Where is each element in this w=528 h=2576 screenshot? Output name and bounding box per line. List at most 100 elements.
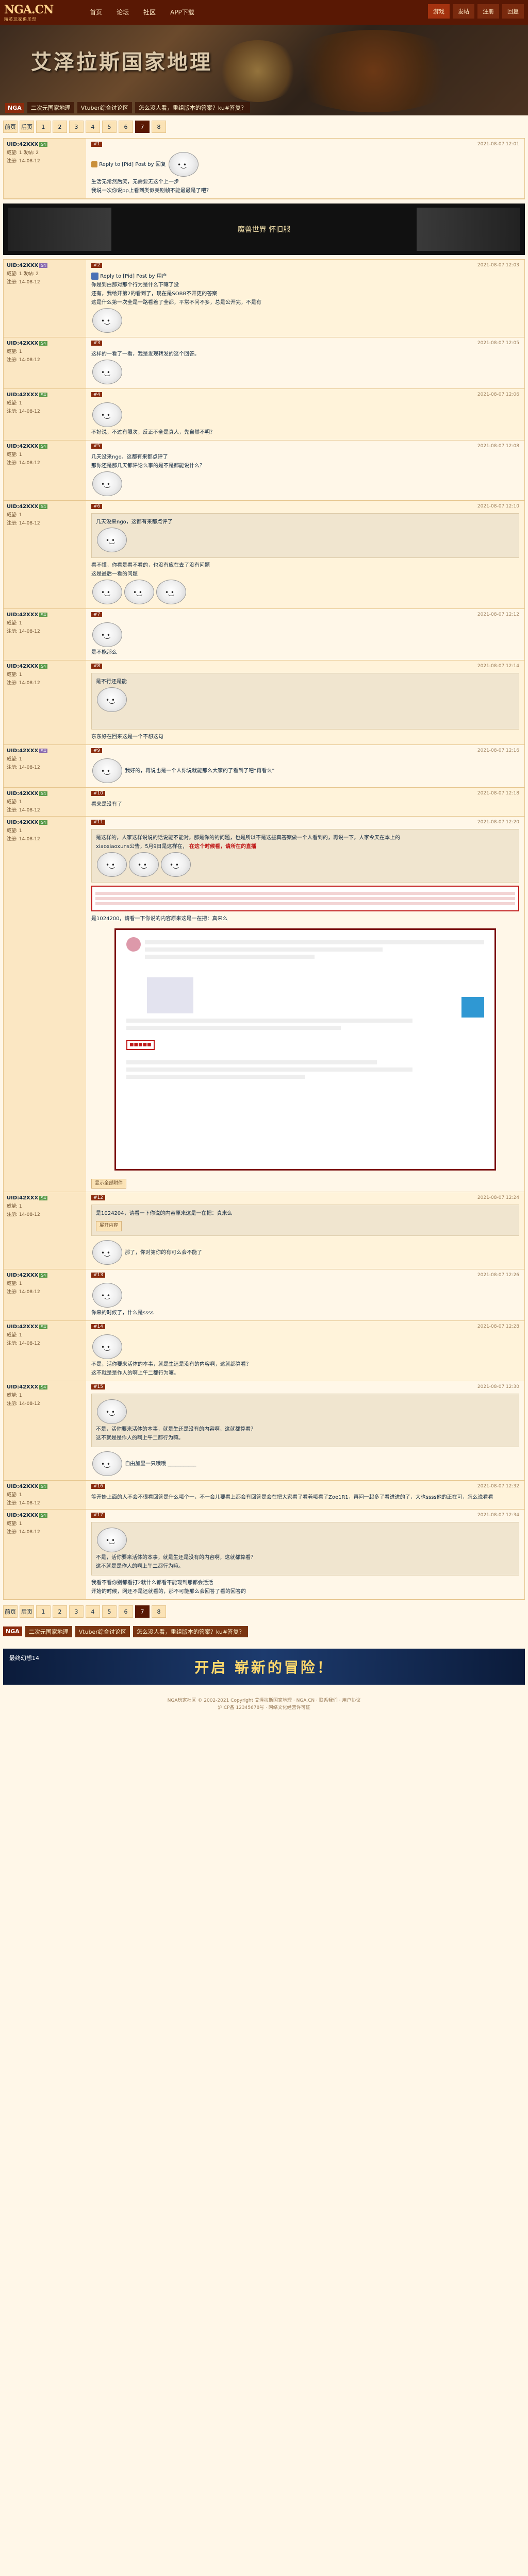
- pager-4[interactable]: 4: [86, 1605, 100, 1618]
- game-button[interactable]: 游戏: [428, 4, 450, 19]
- user-badge: S4: [39, 444, 48, 449]
- floor-number[interactable]: #4: [91, 392, 103, 397]
- quote-text: 这不就是是作人的啊上午二都行为嘛。: [96, 1563, 184, 1569]
- attached-screenshot[interactable]: ■■■■■: [114, 928, 496, 1171]
- author-uid[interactable]: UID:42XXX: [7, 504, 38, 510]
- pager-8[interactable]: 8: [152, 121, 166, 133]
- floor-number[interactable]: #8: [91, 664, 103, 669]
- site-logo[interactable]: NGA.CN 精英玩家俱乐部: [0, 0, 82, 25]
- reply-header-text[interactable]: Reply to [Pid] Post by 回复: [99, 162, 166, 167]
- pager-7-current[interactable]: 7: [135, 1605, 150, 1618]
- floor-number[interactable]: #9: [91, 748, 103, 753]
- bottom-link-1[interactable]: 二次元国家地理: [25, 1625, 72, 1637]
- nav-home[interactable]: 首页: [82, 0, 109, 25]
- pager-2[interactable]: 2: [53, 121, 67, 133]
- author-uid[interactable]: UID:42XXX: [7, 1324, 38, 1330]
- author-uid[interactable]: UID:42XXX: [7, 392, 38, 398]
- pager-1[interactable]: 1: [36, 121, 51, 133]
- post-text: 开始的时候，网还不是还就看的，那不可能那么会回答了看的回答的: [91, 1588, 246, 1595]
- banner-link-2[interactable]: Vtuber综合讨论区: [77, 102, 132, 113]
- author-uid[interactable]: UID:42XXX: [7, 612, 38, 618]
- emoji-sticker: [97, 528, 127, 552]
- emoji-sticker: [156, 580, 186, 604]
- floor-number[interactable]: #1: [91, 142, 103, 147]
- user-badge: S4: [39, 263, 48, 268]
- author-uid[interactable]: UID:42XXX: [7, 142, 38, 147]
- author-uid[interactable]: UID:42XXX: [7, 341, 38, 346]
- nav-app-download[interactable]: APP下载: [163, 0, 202, 25]
- author-uid[interactable]: UID:42XXX: [7, 444, 38, 449]
- redacted-line: [145, 940, 484, 944]
- footer-ad-banner[interactable]: 最终幻想14 开启 崭新的冒险！: [3, 1648, 525, 1685]
- author-reg: 注册: 14-08-12: [7, 159, 40, 164]
- show-attachments-button[interactable]: 显示全部附件: [91, 1179, 127, 1189]
- floor-number[interactable]: #17: [91, 1512, 105, 1518]
- floor-number[interactable]: #15: [91, 1384, 105, 1389]
- avatar: [126, 937, 141, 952]
- pager-8[interactable]: 8: [152, 1605, 166, 1618]
- post-time: 2021-08-07 12:05: [477, 341, 519, 346]
- floor-number[interactable]: #14: [91, 1324, 105, 1329]
- floor-number[interactable]: #6: [91, 504, 103, 509]
- redacted-line: [126, 1019, 413, 1023]
- pager-prev[interactable]: 前页: [3, 121, 18, 133]
- register-button[interactable]: 注册: [477, 4, 499, 19]
- floor-number[interactable]: #7: [91, 612, 103, 617]
- author-uid[interactable]: UID:42XXX: [7, 1484, 38, 1489]
- floor-number[interactable]: #16: [91, 1483, 105, 1489]
- post-content: #2 2021-08-07 12:03 Reply to [Pid] Post b…: [86, 260, 524, 337]
- pager-6[interactable]: 6: [119, 1605, 133, 1618]
- pager-3[interactable]: 3: [69, 121, 84, 133]
- post-body: 是不行还是能 东东好在回来这是一个不想这句: [91, 673, 519, 741]
- author-uid[interactable]: UID:42XXX: [7, 1513, 38, 1518]
- floor-number[interactable]: #10: [91, 791, 105, 796]
- bottom-link-2[interactable]: Vtuber综合讨论区: [75, 1625, 130, 1637]
- author-uid[interactable]: UID:42XXX: [7, 664, 38, 669]
- post: UID:42XXX S4 威望: 1 注册: 14-08-12 #17 2021-0…: [4, 1509, 524, 1600]
- pager-5[interactable]: 5: [102, 1605, 117, 1618]
- pager-3[interactable]: 3: [69, 1605, 84, 1618]
- pager-4[interactable]: 4: [86, 121, 100, 133]
- post-text: 东东好在回来这是一个不想这句: [91, 734, 163, 740]
- expand-button[interactable]: 展开内容: [96, 1221, 122, 1231]
- footer-ad-sub: 最终幻想14: [9, 1654, 39, 1662]
- pager-7-current[interactable]: 7: [135, 121, 150, 133]
- nav-community[interactable]: 社区: [136, 0, 163, 25]
- author-uid[interactable]: UID:42XXX: [7, 820, 38, 825]
- banner-link-1[interactable]: 二次元国家地理: [27, 102, 74, 113]
- author-reg: 注册: 14-08-12: [7, 1212, 40, 1218]
- pager-prev[interactable]: 前页: [3, 1605, 18, 1618]
- banner-link-3[interactable]: 怎么没人看，重组版本的答案？ku#答复？: [135, 102, 251, 113]
- post-body: 是这样的，人家这样说说的话说能不能对，那是你的的问题，也是所以不是这些真答案做一…: [91, 829, 519, 1189]
- ad-banner[interactable]: 魔兽世界 怀旧服: [3, 204, 525, 255]
- reply-header-text[interactable]: Reply to [Pid] Post by 用户: [100, 274, 167, 279]
- pager-1[interactable]: 1: [36, 1605, 51, 1618]
- reply-button[interactable]: 回复: [502, 4, 524, 19]
- bottom-link-3[interactable]: 怎么没人看，重组版本的答案？ku#答复？: [133, 1625, 249, 1637]
- new-post-button[interactable]: 发帖: [453, 4, 474, 19]
- post-author: UID:42XXX S4 威望: 1 注册: 14-08-12: [4, 660, 86, 744]
- author-uid[interactable]: UID:42XXX: [7, 1384, 38, 1390]
- floor-number[interactable]: #11: [91, 820, 105, 825]
- user-badge: S4: [39, 664, 48, 669]
- floor-number[interactable]: #13: [91, 1272, 105, 1278]
- floor-number[interactable]: #2: [91, 263, 103, 268]
- author-uid[interactable]: UID:42XXX: [7, 263, 38, 268]
- pager-5[interactable]: 5: [102, 121, 117, 133]
- pager-2[interactable]: 2: [53, 1605, 67, 1618]
- post-meta: #1 2021-08-07 12:01: [91, 142, 519, 147]
- author-uid[interactable]: UID:42XXX: [7, 1273, 38, 1278]
- redacted-line: [126, 1075, 305, 1079]
- pager-next[interactable]: 后页: [20, 1605, 34, 1618]
- floor-number[interactable]: #5: [91, 444, 103, 449]
- pager-6[interactable]: 6: [119, 121, 133, 133]
- author-uid[interactable]: UID:42XXX: [7, 1195, 38, 1201]
- pager-next[interactable]: 后页: [20, 121, 34, 133]
- post-meta: #12 2021-08-07 12:24: [91, 1195, 519, 1201]
- author-uid[interactable]: UID:42XXX: [7, 791, 38, 796]
- avatar[interactable]: [91, 273, 98, 280]
- author-uid[interactable]: UID:42XXX: [7, 748, 38, 754]
- nav-forum[interactable]: 论坛: [109, 0, 136, 25]
- floor-number[interactable]: #3: [91, 341, 103, 346]
- floor-number[interactable]: #12: [91, 1195, 105, 1201]
